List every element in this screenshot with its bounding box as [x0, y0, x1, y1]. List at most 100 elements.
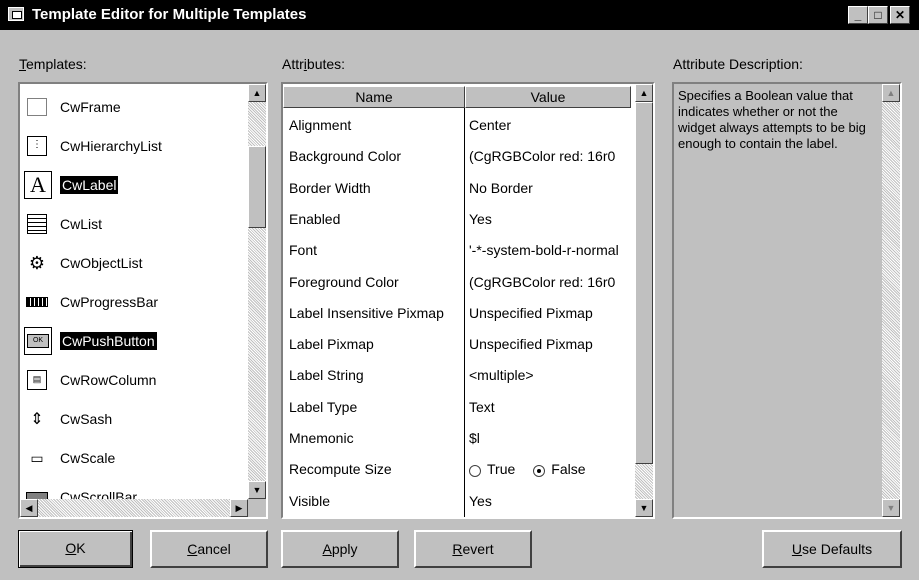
- attribute-value[interactable]: Center: [469, 117, 629, 133]
- attribute-value[interactable]: Yes: [469, 493, 629, 509]
- attribute-row[interactable]: Alignment Center: [285, 110, 637, 141]
- hierarchy-list-icon: ⋮: [24, 133, 50, 159]
- templates-horizontal-scrollbar[interactable]: ◀ ▶: [20, 499, 248, 517]
- description-vertical-scrollbar[interactable]: ▲ ▼: [882, 84, 900, 517]
- attributes-scroll-thumb[interactable]: [635, 102, 653, 464]
- apply-button[interactable]: Apply: [281, 530, 399, 568]
- attribute-row[interactable]: Label String <multiple>: [285, 360, 637, 391]
- attribute-row[interactable]: Visible Yes: [285, 486, 637, 517]
- template-item[interactable]: ▤ CwRowColumn: [24, 363, 158, 397]
- template-item[interactable]: ⋮ CwHierarchyList: [24, 129, 164, 163]
- radio-label: True: [487, 461, 516, 478]
- templates-label: Templates:: [19, 56, 87, 72]
- attribute-value[interactable]: '-*-system-bold-r-normal: [469, 242, 629, 258]
- scroll-corner: [248, 499, 266, 517]
- attribute-row[interactable]: Border Width No Border: [285, 173, 637, 204]
- attribute-name: Foreground Color: [289, 273, 399, 290]
- maximize-icon: □: [874, 8, 882, 22]
- attribute-row[interactable]: Label Pixmap Unspecified Pixmap: [285, 329, 637, 360]
- minimize-icon: _: [854, 8, 862, 22]
- attribute-row[interactable]: Label Insensitive Pixmap Unspecified Pixm…: [285, 298, 637, 329]
- scroll-down-button[interactable]: ▼: [248, 481, 266, 499]
- template-item[interactable]: CwList: [24, 207, 104, 241]
- scroll-up-button[interactable]: ▲: [882, 84, 900, 102]
- template-item[interactable]: ▭ CwScale: [24, 441, 117, 475]
- attribute-row[interactable]: Label Type Text: [285, 392, 637, 423]
- attribute-name: Visible: [289, 492, 330, 509]
- attribute-name: Font: [289, 242, 318, 259]
- template-item-label: CwSash: [60, 411, 113, 427]
- scroll-up-button[interactable]: ▲: [248, 84, 266, 102]
- arrow-up-icon: ▲: [886, 88, 896, 98]
- arrow-up-icon: ▲: [252, 88, 262, 98]
- attributes-vertical-scrollbar[interactable]: ▲ ▼: [635, 84, 653, 517]
- row-column-icon: ▤: [24, 367, 50, 393]
- use-defaults-button[interactable]: Use Defaults: [762, 530, 902, 568]
- template-item-label: CwHierarchyList: [60, 138, 162, 154]
- template-item[interactable]: CwProgressBar: [24, 285, 160, 319]
- attribute-row[interactable]: Enabled Yes: [285, 204, 637, 235]
- scroll-down-button[interactable]: ▼: [882, 499, 900, 517]
- arrow-left-icon: ◀: [25, 503, 33, 513]
- template-item[interactable]: ⚙ CwObjectList: [24, 246, 144, 280]
- template-item[interactable]: ⇕ CwSash: [24, 402, 114, 436]
- template-item[interactable]: OK CwPushButton: [24, 324, 157, 358]
- scroll-left-button[interactable]: ◀: [20, 499, 38, 517]
- cancel-button[interactable]: Cancel: [150, 530, 268, 568]
- arrow-right-icon: ▶: [235, 503, 243, 513]
- attribute-value[interactable]: Yes: [469, 211, 629, 227]
- window-title: Template Editor for Multiple Templates: [32, 6, 307, 23]
- scroll-up-button[interactable]: ▲: [635, 84, 653, 102]
- arrow-down-icon: ▼: [886, 503, 896, 513]
- attribute-name: Enabled: [289, 210, 341, 227]
- radio-label: False: [551, 461, 586, 478]
- column-header-name[interactable]: Name: [283, 86, 465, 108]
- attribute-row[interactable]: Background Color (CgRGBColor red: 16r0: [285, 141, 637, 172]
- attributes-table[interactable]: Name Value Alignment Center Background Col…: [281, 82, 655, 519]
- templates-vertical-scrollbar[interactable]: ▲ ▼: [248, 84, 266, 499]
- templates-list[interactable]: CwFrame ⋮ CwHierarchyList A CwLabel CwList ⚙ Cw…: [18, 82, 268, 519]
- arrow-up-icon: ▲: [639, 88, 649, 98]
- minimize-button[interactable]: _: [848, 6, 868, 24]
- sash-icon: ⇕: [30, 411, 44, 428]
- template-item[interactable]: CwFrame: [24, 90, 123, 124]
- template-item-label: CwLabel: [60, 176, 119, 194]
- template-item[interactable]: A CwLabel: [24, 168, 119, 202]
- templates-scroll-thumb[interactable]: [248, 146, 266, 228]
- attribute-description-label: Attribute Description:: [673, 56, 803, 72]
- radio-true[interactable]: True: [469, 461, 515, 477]
- attribute-value[interactable]: (CgRGBColor red: 16r0: [469, 148, 629, 164]
- maximize-button[interactable]: □: [868, 6, 888, 24]
- push-button-icon: OK: [24, 327, 52, 355]
- template-item-label: CwRowColumn: [60, 372, 157, 388]
- attribute-value[interactable]: $l: [469, 430, 629, 446]
- attribute-row[interactable]: Mnemonic $l: [285, 423, 637, 454]
- scroll-right-button[interactable]: ▶: [230, 499, 248, 517]
- title-bar: Template Editor for Multiple Templates _…: [0, 0, 919, 30]
- attribute-name: Label Type: [289, 398, 358, 415]
- object-list-icon: ⚙: [28, 252, 46, 273]
- attribute-row[interactable]: Recompute Size True False: [285, 454, 637, 485]
- attribute-row[interactable]: Font '-*-system-bold-r-normal: [285, 235, 637, 266]
- close-icon: ✕: [894, 8, 906, 22]
- scroll-down-button[interactable]: ▼: [635, 499, 653, 517]
- ok-button[interactable]: OK: [18, 530, 133, 568]
- attribute-value[interactable]: (CgRGBColor red: 16r0: [469, 274, 629, 290]
- attribute-value[interactable]: Text: [469, 399, 629, 415]
- attribute-name: Alignment: [289, 117, 352, 133]
- template-item-label: CwPushButton: [60, 332, 157, 350]
- column-header-value[interactable]: Value: [465, 86, 631, 108]
- radio-false[interactable]: False: [533, 461, 586, 478]
- revert-button[interactable]: Revert: [414, 530, 532, 568]
- attribute-name: Mnemonic: [289, 430, 354, 446]
- close-button[interactable]: ✕: [890, 6, 910, 24]
- attribute-value[interactable]: No Border: [469, 180, 629, 196]
- attribute-value[interactable]: <multiple>: [469, 367, 629, 383]
- recompute-size-radio-group: True False: [469, 461, 629, 477]
- attribute-row[interactable]: Foreground Color (CgRGBColor red: 16r0: [285, 267, 637, 298]
- attribute-name: Background Color: [289, 148, 402, 165]
- attribute-value[interactable]: Unspecified Pixmap: [469, 336, 629, 352]
- template-item-label: CwProgressBar: [60, 294, 159, 310]
- attribute-value[interactable]: Unspecified Pixmap: [469, 305, 629, 321]
- system-menu-icon[interactable]: [8, 7, 24, 21]
